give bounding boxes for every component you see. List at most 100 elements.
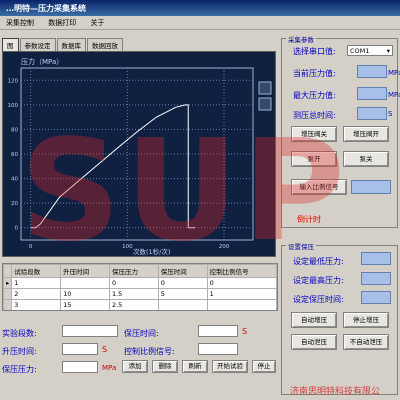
menu-bar: 采集控制 数据打印 关于 xyxy=(0,16,400,30)
table-cell[interactable]: 1.5 xyxy=(108,288,159,300)
hold-time-label: 设定保压时间: xyxy=(293,295,344,304)
hold-pressure-unit: MPa xyxy=(102,364,117,372)
stop-test-button[interactable]: 停止 xyxy=(252,360,276,373)
ratio-input-button[interactable]: 输入比例信号 xyxy=(291,179,347,195)
tab-database[interactable]: 数据库 xyxy=(56,38,86,51)
refresh-button[interactable]: 刷新 xyxy=(182,360,208,373)
delete-button[interactable]: 删除 xyxy=(152,360,178,373)
rise-time-label: 升压时间: xyxy=(2,347,37,356)
table-cell[interactable]: 0 xyxy=(157,277,208,289)
x-tick-label: 0 xyxy=(29,244,33,250)
segments-input[interactable] xyxy=(62,325,118,337)
hold-min-field[interactable] xyxy=(361,252,391,265)
y-tick-label: 80 xyxy=(11,127,18,133)
test-segments-table: 试验段数 升压时间 保压压力 保压时间 控制比例信号 ▸ 1 0 0 0 2 1… xyxy=(2,263,278,311)
col-header[interactable]: 保压时间 xyxy=(157,264,208,278)
table-cell[interactable] xyxy=(206,299,277,310)
duration-label: 测压总时间: xyxy=(293,111,336,120)
col-header[interactable]: 升压时间 xyxy=(60,264,110,278)
row-selector[interactable] xyxy=(3,288,13,300)
current-pressure-field xyxy=(357,65,387,78)
port-select[interactable]: COM1 ▾ xyxy=(347,45,393,56)
table-cell[interactable]: 1 xyxy=(11,277,62,289)
hold-max-label: 设定最高压力: xyxy=(293,276,344,285)
hold-min-label: 设定最低压力: xyxy=(293,257,344,266)
table-cell[interactable] xyxy=(157,299,208,310)
col-header[interactable]: 保压压力 xyxy=(108,264,159,278)
y-tick-label: 100 xyxy=(8,103,19,109)
pressure-series-line xyxy=(30,104,195,229)
grid-toggle-icon[interactable] xyxy=(258,81,272,95)
hold-time-input[interactable] xyxy=(198,325,238,337)
stop-add-button[interactable]: 停止增压 xyxy=(343,312,389,328)
pump-open-button[interactable]: 泵开 xyxy=(291,151,337,167)
hold-pressure-label: 保压压力: xyxy=(2,365,37,374)
max-pressure-field xyxy=(357,87,387,100)
table-cell[interactable]: 10 xyxy=(60,288,110,300)
menu-item-collect[interactable]: 采集控制 xyxy=(0,16,40,30)
chevron-down-icon: ▾ xyxy=(386,46,390,55)
pump-close-button[interactable]: 泵关 xyxy=(343,151,389,167)
hold-time-field[interactable] xyxy=(361,291,391,304)
table-row[interactable]: ▸ 1 0 0 0 xyxy=(3,277,277,289)
table-cell[interactable] xyxy=(60,277,110,289)
table-cell[interactable]: 2.5 xyxy=(108,299,159,310)
segments-table: 试验段数 升压时间 保压压力 保压时间 控制比例信号 ▸ 1 0 0 0 2 1… xyxy=(3,264,277,310)
table-cell[interactable]: 0 xyxy=(108,277,159,289)
table-cell[interactable]: 2 xyxy=(11,288,62,300)
window-title: …明特—压力采集系统 xyxy=(6,4,86,13)
tab-chart[interactable]: 图 xyxy=(2,38,19,51)
table-cell[interactable]: 1 xyxy=(206,288,277,300)
row-selector[interactable]: ▸ xyxy=(3,277,13,289)
y-tick-label: 120 xyxy=(8,78,19,84)
chart-frame xyxy=(20,67,254,241)
menu-item-print[interactable]: 数据打印 xyxy=(42,16,82,30)
table-cell[interactable]: 5 xyxy=(157,288,208,300)
y-tick-label: 60 xyxy=(11,152,18,158)
tab-params[interactable]: 参数设定 xyxy=(19,38,56,51)
rise-time-input[interactable] xyxy=(62,343,98,355)
add-button[interactable]: 添加 xyxy=(122,360,148,373)
auto-add-button[interactable]: 自动增压 xyxy=(291,312,337,328)
current-pressure-unit: MPa xyxy=(388,69,400,77)
y-tick-label: 40 xyxy=(11,177,18,183)
hold-settings-label: 设置保压 xyxy=(286,241,316,251)
table-row[interactable]: 2 10 1.5 5 1 xyxy=(3,288,277,300)
segment-input-form: 实验段数: 升压时间: S 保压压力: MPa 保压时间: S 控制比例信号: … xyxy=(2,318,278,398)
row-selector[interactable] xyxy=(3,299,13,310)
duration-field xyxy=(357,107,387,120)
window-titlebar: …明特—压力采集系统 xyxy=(0,0,400,16)
menu-item-about[interactable]: 关于 xyxy=(84,16,110,30)
no-auto-hold-button[interactable]: 不自动泄压 xyxy=(343,334,389,350)
x-tick-label: 200 xyxy=(219,244,230,250)
table-cell[interactable]: 3 xyxy=(11,299,62,310)
rise-time-unit: S xyxy=(102,345,108,354)
table-corner xyxy=(3,264,13,278)
port-label: 选择串口值: xyxy=(293,47,336,56)
max-pressure-label: 最大压力值: xyxy=(293,91,336,100)
countdown-label: 倒计时 xyxy=(297,215,321,224)
col-header[interactable]: 试验段数 xyxy=(11,264,62,278)
segments-label: 实验段数: xyxy=(2,329,37,338)
col-header[interactable]: 控制比例信号 xyxy=(206,264,277,278)
add-valve-open-button[interactable]: 增压阀开 xyxy=(343,126,389,142)
start-test-button[interactable]: 开始试验 xyxy=(212,360,248,373)
pressure-chart: 压力（MPa） 次数(1秒/次) 0 20 40 60 80 100 120 0 100 200 xyxy=(8,57,272,256)
tab-playback[interactable]: 数据回放 xyxy=(87,38,123,51)
table-cell[interactable]: 0 xyxy=(206,277,277,289)
add-valve-close-button[interactable]: 增压阀关 xyxy=(291,126,337,142)
collect-params-label: 采集参数 xyxy=(286,34,316,44)
table-row[interactable]: 3 15 2.5 xyxy=(3,299,277,310)
auto-hold-button[interactable]: 自动泄压 xyxy=(291,334,337,350)
zoom-icon[interactable] xyxy=(258,97,272,111)
table-cell[interactable]: 15 xyxy=(60,299,110,310)
y-tick-label: 0 xyxy=(15,226,19,232)
table-header-row: 试验段数 升压时间 保压压力 保压时间 控制比例信号 xyxy=(3,264,277,278)
hold-pressure-input[interactable] xyxy=(62,361,98,373)
ratio-field[interactable] xyxy=(351,180,391,194)
max-pressure-unit: MPa xyxy=(388,91,400,99)
hold-max-field[interactable] xyxy=(361,272,391,285)
y-tick-label: 20 xyxy=(11,201,18,207)
hold-time-form-label: 保压时间: xyxy=(124,329,159,338)
ratio-input[interactable] xyxy=(198,343,238,355)
